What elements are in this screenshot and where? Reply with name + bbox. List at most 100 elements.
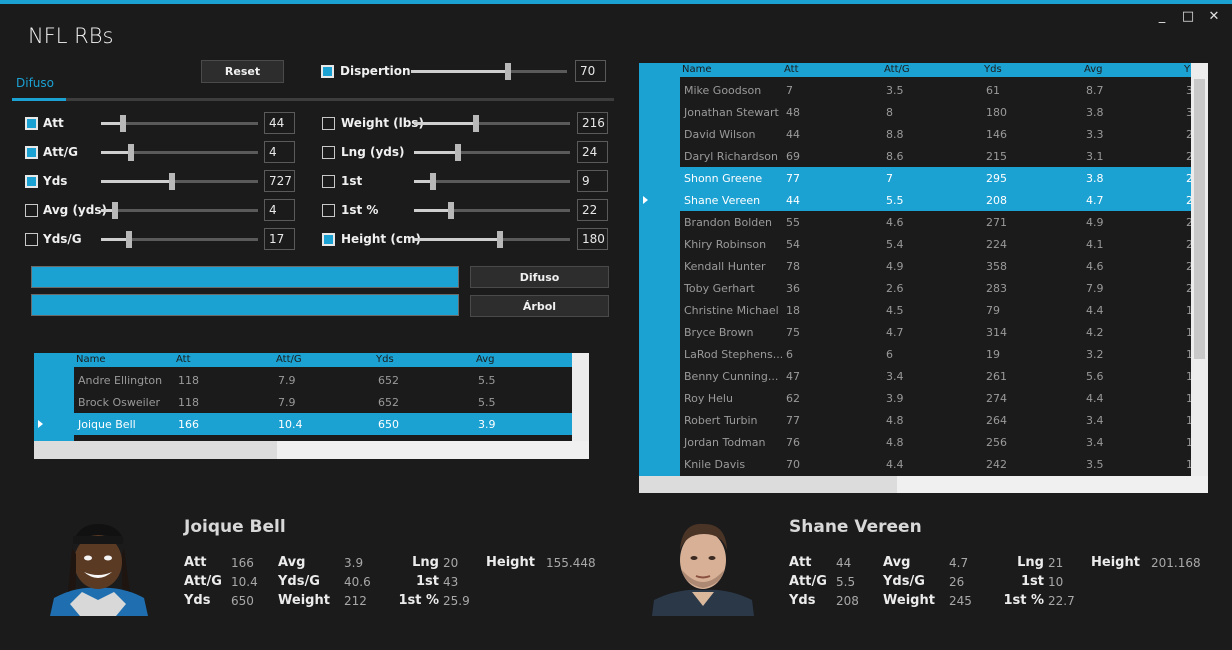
- left_params-0-slider-thumb[interactable]: [119, 115, 126, 132]
- left_params-1-slider[interactable]: [101, 144, 258, 161]
- table-row[interactable]: Brandon Bolden 55 4.6 271 4.9 2:: [680, 211, 1191, 233]
- table-cell: 208: [986, 193, 1007, 207]
- right_params-2-slider[interactable]: [414, 173, 570, 190]
- left_params-1-checkbox[interactable]: [25, 146, 38, 159]
- table-row[interactable]: Bryce Brown 75 4.7 314 4.2 1!: [680, 321, 1191, 343]
- table-row[interactable]: Benny Cunning... 47 3.4 261 5.6 1!: [680, 365, 1191, 387]
- right_params-1-value-field[interactable]: 24: [577, 141, 608, 163]
- players_grid-col-header[interactable]: Y: [1182, 63, 1191, 77]
- table-row[interactable]: Robert Turbin 77 4.8 264 3.4 1(: [680, 409, 1191, 431]
- players_grid-col-header[interactable]: Yds: [982, 63, 1082, 77]
- left_params-4-checkbox[interactable]: [25, 233, 38, 246]
- results_grid-col-header[interactable]: Att/G: [274, 353, 374, 367]
- dispertion-slider-thumb[interactable]: [504, 63, 511, 80]
- left_params-2-slider-thumb[interactable]: [168, 173, 175, 190]
- left_params-3-value-field[interactable]: 4: [264, 199, 295, 221]
- left_params-0-value-field[interactable]: 44: [264, 112, 295, 134]
- right_params-3-slider[interactable]: [414, 202, 570, 219]
- results_grid-col-header[interactable]: Yds: [374, 353, 474, 367]
- right_params-1-slider-thumb[interactable]: [454, 144, 461, 161]
- left_params-0-slider[interactable]: [101, 115, 258, 132]
- left_params-0-checkbox[interactable]: [25, 117, 38, 130]
- players_grid-col-header[interactable]: Avg: [1082, 63, 1182, 77]
- right_params-4-value-field[interactable]: 180: [577, 228, 608, 250]
- players-grid[interactable]: Name Att Att/G Yds Avg Y Mike Goodson 7 3.5 61 8.…: [639, 63, 1208, 493]
- left_params-1-value-field[interactable]: 4: [264, 141, 295, 163]
- left_params-4-slider-thumb[interactable]: [126, 231, 133, 248]
- right_params-3-value-field[interactable]: 22: [577, 199, 608, 221]
- table-row[interactable]: Jordan Todman 76 4.8 256 3.4 1(: [680, 431, 1191, 453]
- right_params-1-slider[interactable]: [414, 144, 570, 161]
- right_params-2-checkbox[interactable]: [322, 175, 335, 188]
- results-grid[interactable]: Name Att Att/G Yds Avg Andre Ellington 118 7.9…: [34, 353, 589, 459]
- minimize-icon[interactable]: _: [1152, 9, 1172, 24]
- stat-value: 10: [1048, 575, 1064, 589]
- table-row[interactable]: Mike Goodson 7 3.5 61 8.7 3(: [680, 79, 1191, 101]
- right_params-2-slider-thumb[interactable]: [429, 173, 436, 190]
- dispertion-slider[interactable]: [411, 63, 567, 80]
- table-cell: 146: [986, 127, 1007, 141]
- table-cell: 3(: [1186, 83, 1191, 97]
- results-horizontal-scrollbar[interactable]: [34, 441, 589, 459]
- results_grid-col-header[interactable]: Att: [174, 353, 274, 367]
- table-row[interactable]: Shonn Greene7772953.82(: [680, 167, 1191, 189]
- table-row[interactable]: Roy Helu 62 3.9 274 4.4 1:: [680, 387, 1191, 409]
- right_params-0-checkbox[interactable]: [322, 117, 335, 130]
- table-cell: 4.6: [886, 215, 904, 229]
- left_params-3-slider[interactable]: [101, 202, 258, 219]
- table-row[interactable]: Brock Osweiler 118 7.9 652 5.5: [74, 391, 572, 413]
- reset-button[interactable]: Reset: [201, 60, 284, 83]
- difuso-button[interactable]: Difuso: [470, 266, 609, 288]
- right_params-0-value-field[interactable]: 216: [577, 112, 608, 134]
- right_params-0-slider[interactable]: [414, 115, 570, 132]
- left_params-3-slider-thumb[interactable]: [112, 202, 119, 219]
- players-hscroll-thumb[interactable]: [639, 476, 897, 493]
- right_params-1-checkbox[interactable]: [322, 146, 335, 159]
- table-row[interactable]: Toby Gerhart 36 2.6 283 7.9 2(: [680, 277, 1191, 299]
- close-icon[interactable]: ✕: [1204, 9, 1224, 24]
- players-vertical-scrollbar[interactable]: [1191, 63, 1208, 476]
- left_params-1-slider-thumb[interactable]: [127, 144, 134, 161]
- table-row[interactable]: Kendall Hunter 78 4.9 358 4.6 2:: [680, 255, 1191, 277]
- table-row[interactable]: Andre Ellington 118 7.9 652 5.5: [74, 369, 572, 391]
- players-horizontal-scrollbar[interactable]: [639, 476, 1208, 493]
- dispertion-value-field[interactable]: 70: [575, 60, 606, 82]
- players_grid-col-header[interactable]: Att/G: [882, 63, 982, 77]
- players_grid-col-header[interactable]: Att: [782, 63, 882, 77]
- results_grid-col-header[interactable]: Avg: [474, 353, 572, 367]
- table-row[interactable]: David Wilson 44 8.8 146 3.3 2!: [680, 123, 1191, 145]
- tab-difuso[interactable]: Difuso: [16, 76, 54, 90]
- table-row[interactable]: Joique Bell 166 10.4 650 3.9: [74, 413, 572, 435]
- players_grid-col-header[interactable]: Name: [680, 63, 782, 77]
- left_params-2-slider[interactable]: [101, 173, 258, 190]
- right_params-2-value-field[interactable]: 9: [577, 170, 608, 192]
- players-vscroll-thumb[interactable]: [1194, 79, 1205, 359]
- right_params-3-slider-thumb[interactable]: [448, 202, 455, 219]
- results_grid-col-header[interactable]: Name: [74, 353, 174, 367]
- right_params-4-slider-thumb[interactable]: [496, 231, 503, 248]
- right_params-3-checkbox[interactable]: [322, 204, 335, 217]
- left_params-4-slider[interactable]: [101, 231, 258, 248]
- results-grid-header: Name Att Att/G Yds Avg: [74, 353, 572, 367]
- left_params-2-checkbox[interactable]: [25, 175, 38, 188]
- left_params-4-value-field[interactable]: 17: [264, 228, 295, 250]
- table-row[interactable]: Jonathan Stewart 48 8 180 3.8 3(: [680, 101, 1191, 123]
- table-row[interactable]: Knile Davis 70 4.4 242 3.5 1!: [680, 453, 1191, 475]
- table-row[interactable]: Shane Vereen 44 5.5 208 4.7 2(: [680, 189, 1191, 211]
- left_params-3-checkbox[interactable]: [25, 204, 38, 217]
- results-vertical-scrollbar[interactable]: [572, 353, 589, 441]
- left_params-2-value-field[interactable]: 727: [264, 170, 295, 192]
- table-row[interactable]: Christine Michael 18 4.5 79 4.4 1!: [680, 299, 1191, 321]
- table-cell: 1(: [1186, 435, 1191, 449]
- maximize-icon[interactable]: □: [1178, 9, 1198, 24]
- table-row[interactable]: Daryl Richardson 69 8.6 215 3.1 2(: [680, 145, 1191, 167]
- right_params-4-slider[interactable]: [414, 231, 570, 248]
- table-row[interactable]: LaRod Stephens... 6 6 19 3.2 1!: [680, 343, 1191, 365]
- arbol-button[interactable]: Árbol: [470, 295, 609, 317]
- right_params-4-checkbox[interactable]: [322, 233, 335, 246]
- dispertion-checkbox[interactable]: [321, 65, 334, 78]
- results-hscroll-thumb[interactable]: [34, 441, 277, 459]
- right_params-0-slider-thumb[interactable]: [473, 115, 480, 132]
- table-row[interactable]: Khiry Robinson 54 5.4 224 4.1 2:: [680, 233, 1191, 255]
- table-cell: Shonn Greene: [684, 171, 763, 185]
